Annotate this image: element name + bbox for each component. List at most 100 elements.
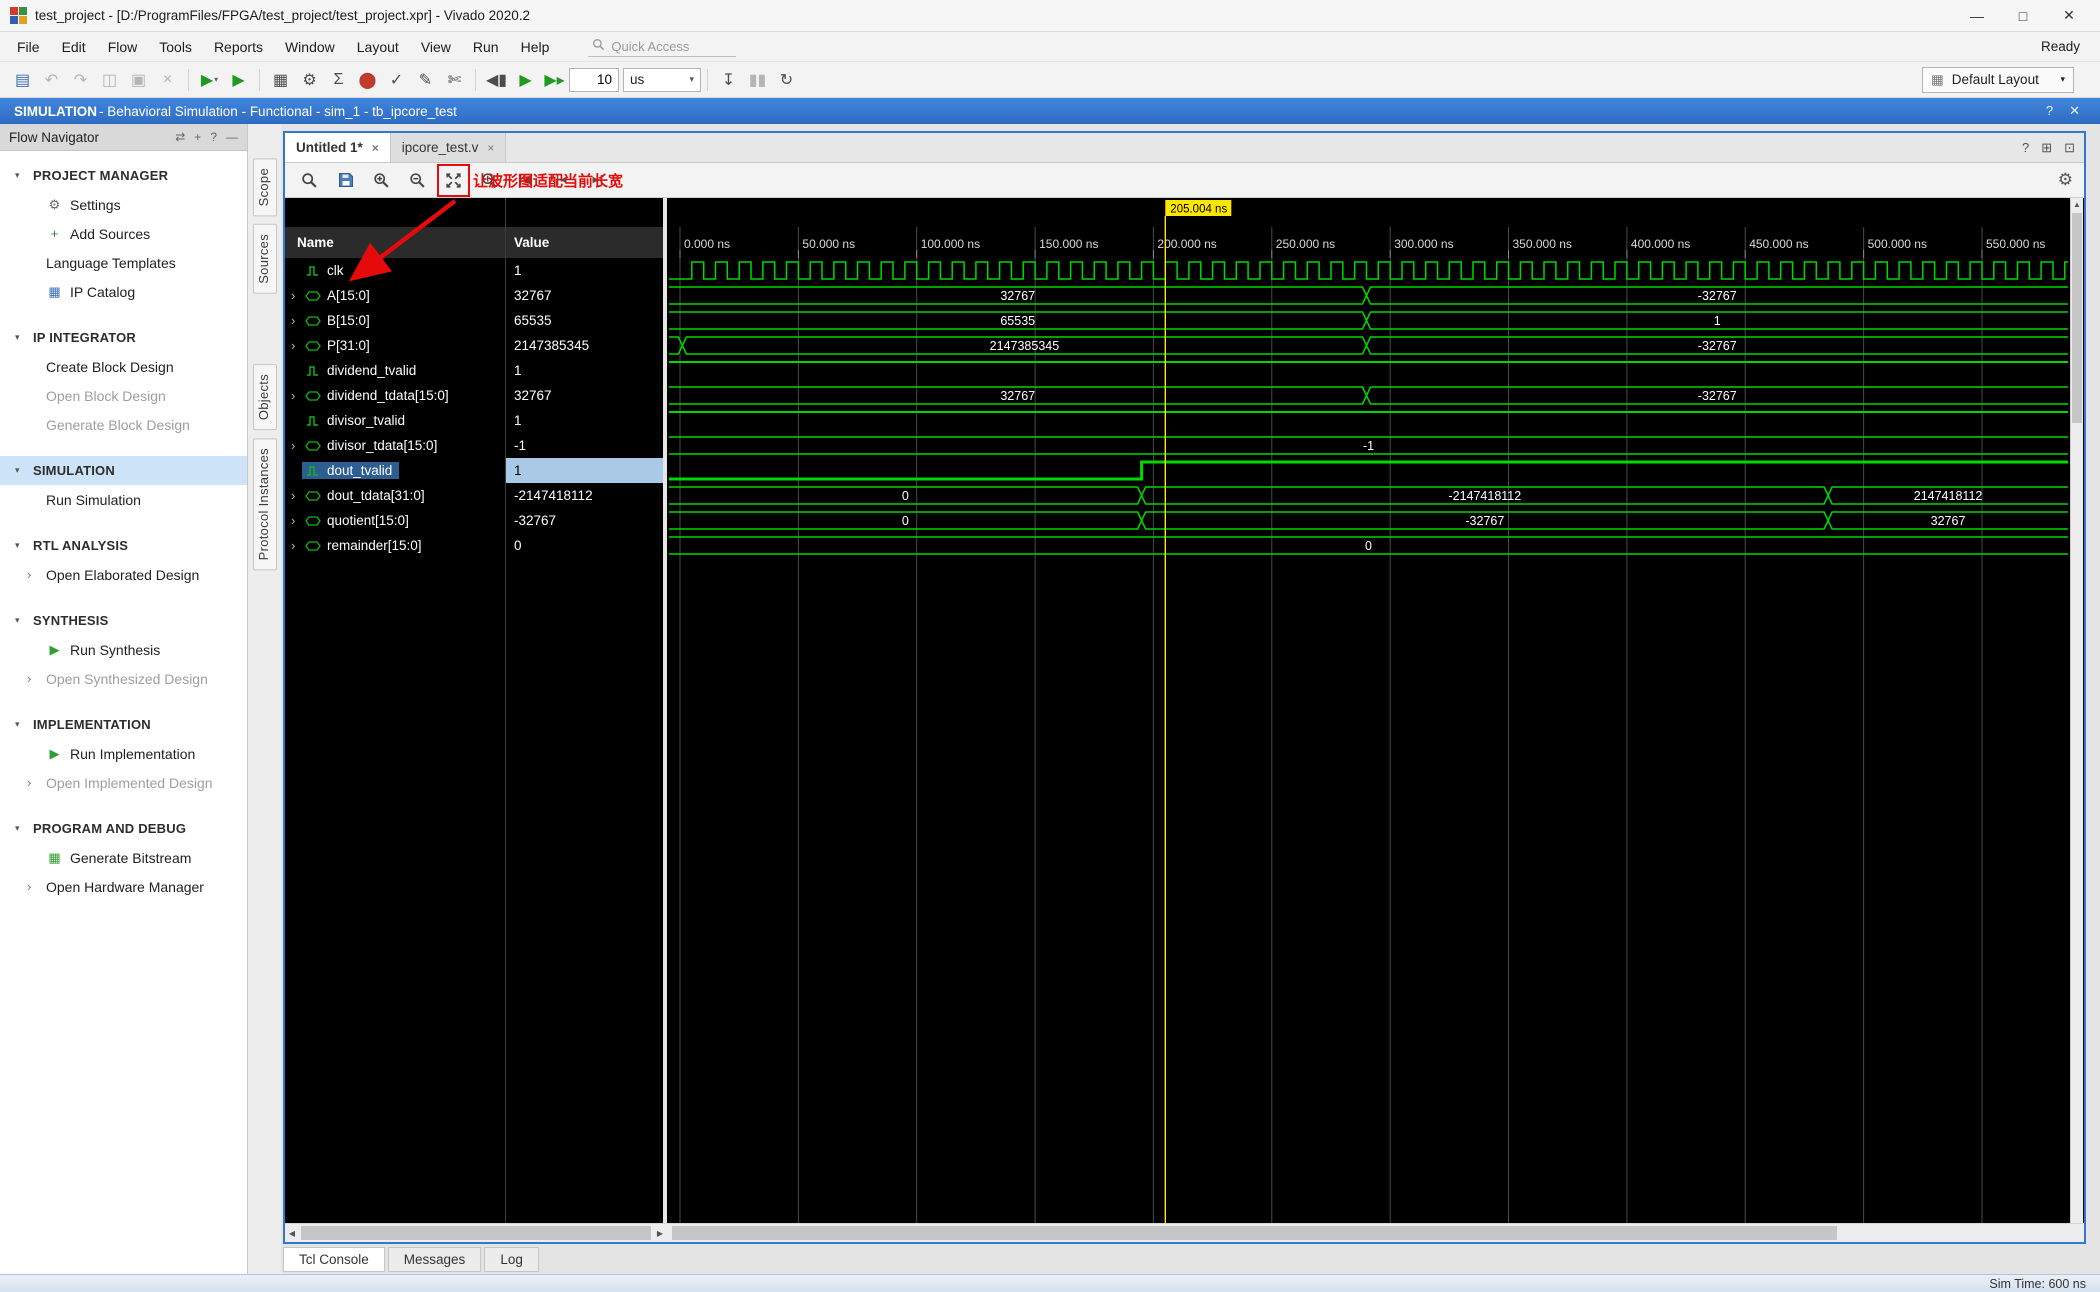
restart-icon[interactable]: ◀▮ [482,66,511,94]
copy-icon[interactable]: ◫ [95,66,124,94]
layout-selector[interactable]: ▦ Default Layout ▾ [1922,66,2074,93]
wave-name-row-quotient-15-0[interactable]: › quotient[15:0] [285,508,505,533]
sidebar-item-generate-bitstream[interactable]: ▦ Generate Bitstream [0,843,247,872]
scroll-left-icon[interactable]: ◀ [285,1224,299,1242]
expand-chevron-icon[interactable]: › [27,567,39,582]
sidebar-item-create-block-design[interactable]: Create Block Design [0,352,247,381]
time-unit-select[interactable]: us ▾ [623,67,701,92]
run-all-icon[interactable]: ▶ [511,66,540,94]
banner-help-icon[interactable]: ? [2046,103,2053,119]
sidebar-item-open-elaborated-design[interactable]: › Open Elaborated Design [0,560,247,589]
wave-name-row-b-15-0[interactable]: › B[15:0] [285,308,505,333]
wave-name-row-a-15-0[interactable]: › A[15:0] [285,283,505,308]
menu-help[interactable]: Help [510,35,561,59]
paste-icon[interactable]: ▣ [124,66,153,94]
wave-name-row-clk[interactable]: clk [285,258,505,283]
flow-section-ip-integrator[interactable]: ▾ IP INTEGRATOR [0,323,247,352]
minimize-panel-icon[interactable]: — [226,130,238,144]
close-button[interactable]: ✕ [2048,3,2090,29]
menu-file[interactable]: File [6,35,51,59]
names-scroll-thumb[interactable] [301,1226,651,1240]
expand-chevron-icon[interactable]: › [285,338,302,353]
sidebar-item-run-synthesis[interactable]: ▶ Run Synthesis [0,635,247,664]
wave-value-row-dout-tdata-31-0[interactable]: -2147418112 [506,483,663,508]
doc-tab-untitled-1[interactable]: Untitled 1* × [285,133,391,162]
menu-tools[interactable]: Tools [148,35,203,59]
zoom-fit-icon[interactable] [437,163,470,197]
flow-section-project-manager[interactable]: ▾ PROJECT MANAGER [0,161,247,190]
edit-icon[interactable]: ✎ [411,66,440,94]
settings-gear-icon[interactable]: ⚙ [295,66,324,94]
run-time-input[interactable] [569,67,619,92]
banner-close-icon[interactable]: ✕ [2069,103,2080,119]
flow-section-rtl-analysis[interactable]: ▾ RTL ANALYSIS [0,531,247,560]
menu-view[interactable]: View [410,35,462,59]
side-tab-objects[interactable]: Objects [252,364,277,431]
expand-chevron-icon[interactable]: › [285,513,302,528]
minimize-button[interactable]: — [1956,3,1998,29]
cut-icon[interactable]: ✄ [440,66,469,94]
expand-chevron-icon[interactable]: › [27,775,39,790]
console-tab-messages[interactable]: Messages [387,1247,482,1272]
sidebar-item-run-simulation[interactable]: Run Simulation [0,485,247,514]
zoom-in-icon[interactable] [368,167,395,194]
vertical-scroll-thumb[interactable] [2072,213,2082,423]
maximize-button[interactable]: □ [2002,3,2044,29]
wave-value-row-divisor-tvalid[interactable]: 1 [506,408,663,433]
sidebar-item-add-sources[interactable]: + Add Sources [0,219,247,248]
wave-name-row-dividend-tdata-15-0[interactable]: › dividend_tdata[15:0] [285,383,505,408]
waveform-canvas[interactable]: 0.000 ns 50.000 ns 100.000 ns 150.000 ns 200… [667,198,2070,1223]
expand-chevron-icon[interactable]: › [285,538,302,553]
break-icon[interactable]: ▮▮ [743,66,772,94]
close-icon[interactable]: × [487,141,494,155]
sidebar-item-open-block-design[interactable]: Open Block Design [0,381,247,410]
sidebar-item-generate-block-design[interactable]: Generate Block Design [0,410,247,439]
wave-value-row-a-15-0[interactable]: 32767 [506,283,663,308]
sidebar-item-open-hardware-manager[interactable]: › Open Hardware Manager [0,872,247,901]
sidebar-item-open-implemented-design[interactable]: › Open Implemented Design [0,768,247,797]
canvas-horizontal-scrollbar[interactable] [667,1224,2070,1242]
vertical-scrollbar[interactable]: ▲ [2070,198,2083,1223]
run-alt-icon[interactable]: ▶ [224,66,253,94]
menu-edit[interactable]: Edit [51,35,97,59]
flow-section-program-and-debug[interactable]: ▾ PROGRAM AND DEBUG [0,814,247,843]
console-tab-log[interactable]: Log [484,1247,539,1272]
expand-chevron-icon[interactable]: › [27,671,39,686]
delete-icon[interactable]: × [153,66,182,94]
side-tab-protocol-instances[interactable]: Protocol Instances [252,438,277,571]
bug-icon[interactable]: ⬤ [353,66,382,94]
wave-value-row-b-15-0[interactable]: 65535 [506,308,663,333]
wave-settings-gear-icon[interactable]: ⚙ [2058,170,2073,190]
wave-value-row-remainder-15-0[interactable]: 0 [506,533,663,558]
sidebar-item-ip-catalog[interactable]: ▦ IP Catalog [0,277,247,306]
expand-chevron-icon[interactable]: › [27,879,39,894]
flow-section-simulation[interactable]: ▾ SIMULATION [0,456,247,485]
names-horizontal-scrollbar[interactable]: ◀ ▶ [285,1224,667,1242]
wave-name-row-remainder-15-0[interactable]: › remainder[15:0] [285,533,505,558]
side-tab-scope[interactable]: Scope [252,158,277,217]
sigma-icon[interactable]: Σ [324,66,353,94]
wave-value-row-p-31-0[interactable]: 2147385345 [506,333,663,358]
find-icon[interactable] [296,167,323,194]
zoom-out-icon[interactable] [404,167,431,194]
console-tab-tcl-console[interactable]: Tcl Console [283,1247,385,1272]
scroll-up-icon[interactable]: ▲ [2071,198,2083,211]
menu-reports[interactable]: Reports [203,35,274,59]
menu-run[interactable]: Run [462,35,510,59]
wave-name-row-divisor-tvalid[interactable]: divisor_tvalid [285,408,505,433]
flow-section-implementation[interactable]: ▾ IMPLEMENTATION [0,710,247,739]
wave-name-row-divisor-tdata-15-0[interactable]: › divisor_tdata[15:0] [285,433,505,458]
wave-name-row-p-31-0[interactable]: › P[31:0] [285,333,505,358]
sidebar-item-open-synthesized-design[interactable]: › Open Synthesized Design [0,664,247,693]
sidebar-item-settings[interactable]: ⚙ Settings [0,190,247,219]
sidebar-item-language-templates[interactable]: Language Templates [0,248,247,277]
wave-value-row-divisor-tdata-15-0[interactable]: -1 [506,433,663,458]
expand-chevron-icon[interactable]: › [285,288,302,303]
maximize-window-icon[interactable]: ⊡ [2064,140,2075,156]
close-icon[interactable]: × [372,141,379,155]
collapse-all-icon[interactable]: ⇄ [175,130,185,144]
canvas-scroll-thumb[interactable] [672,1226,1837,1240]
quick-access-search[interactable]: Quick Access [588,36,737,57]
wave-value-row-dividend-tdata-15-0[interactable]: 32767 [506,383,663,408]
expand-icon[interactable]: + [194,130,201,144]
